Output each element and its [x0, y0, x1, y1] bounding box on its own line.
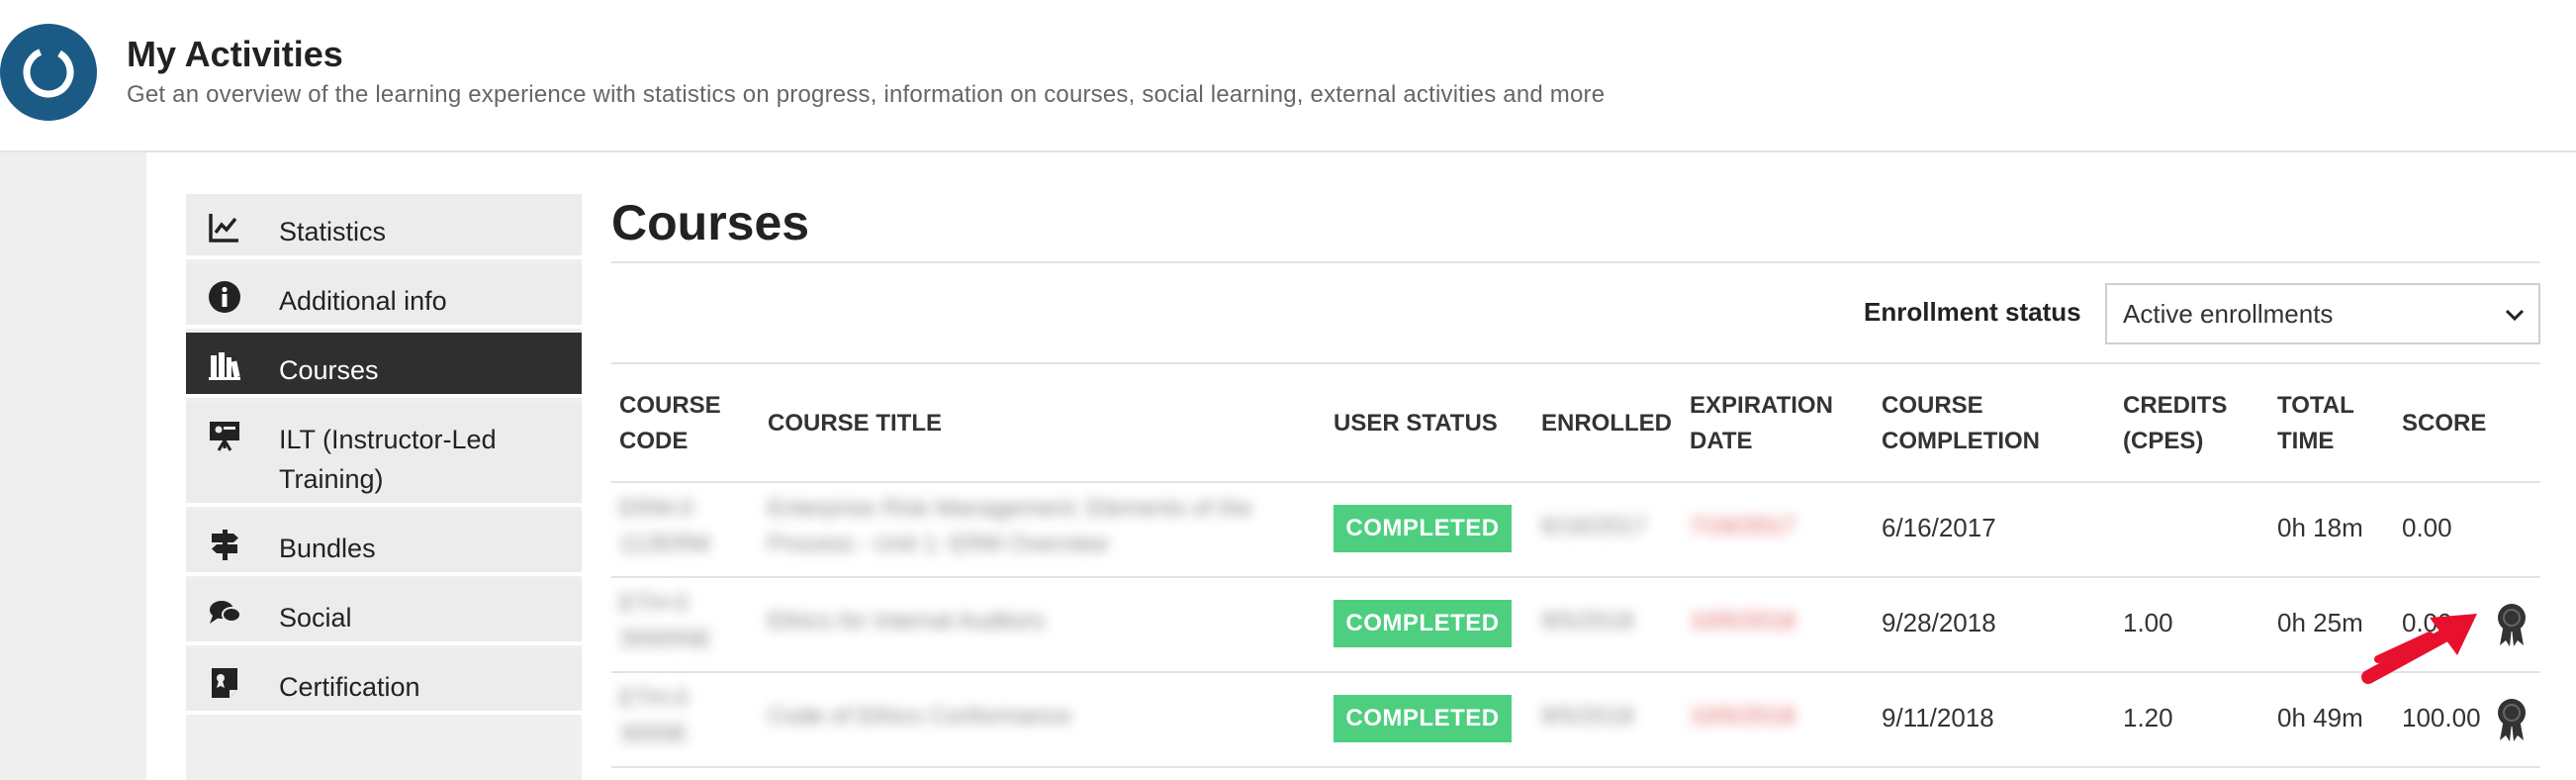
sidebar-item-label: ILT (Instructor-Led Training): [279, 425, 497, 494]
sidebar-item-social[interactable]: Social: [186, 580, 582, 645]
status-badge: COMPLETED: [1334, 505, 1512, 552]
enrolled-date-cell: 9/5/2018: [1541, 703, 1634, 730]
col-header-course-title[interactable]: COURSE TITLE: [768, 406, 942, 441]
presentation-icon: [210, 422, 239, 451]
expiration-date-cell: 7/16/2017: [1690, 513, 1795, 539]
sidebar-item-certification[interactable]: Certification: [186, 649, 582, 715]
completion-date-cell: 9/28/2018: [1882, 608, 1996, 637]
col-header-score[interactable]: SCORE: [2402, 406, 2486, 441]
sidebar-item-label: Social: [279, 603, 352, 633]
course-title-cell[interactable]: Ethics for Internal Auditors: [768, 604, 1045, 639]
app-logo-icon: [0, 24, 97, 121]
chevron-down-icon: [2505, 309, 2525, 322]
credits-cell: 1.20: [2123, 703, 2173, 732]
divider: [611, 671, 2540, 673]
score-cell: 0.00: [2402, 513, 2452, 542]
sidebar: Statistics Additional info Courses ILT (…: [186, 194, 582, 780]
course-code-cell: ETH-0 3000INE: [619, 590, 712, 652]
page-subtitle: Get an overview of the learning experien…: [127, 81, 1606, 108]
chat-bubbles-icon: [210, 601, 241, 624]
total-time-cell: 0h 49m: [2277, 703, 2363, 732]
select-value: Active enrollments: [2123, 299, 2334, 329]
col-header-course-code[interactable]: COURSE CODE: [619, 388, 721, 459]
sidebar-item-bundles[interactable]: Bundles: [186, 511, 582, 576]
divider: [611, 576, 2540, 578]
credits-cell: 1.00: [2123, 608, 2173, 637]
sidebar-item-label: Bundles: [279, 534, 376, 563]
sidebar-item-label: Certification: [279, 672, 420, 702]
course-code-cell: ERM-0 112ERM: [619, 495, 710, 557]
course-title-cell[interactable]: Enterprise Risk Management: Elements of …: [768, 491, 1252, 562]
col-header-course-completion[interactable]: COURSE COMPLETION: [1882, 388, 2040, 459]
divider: [611, 362, 2540, 364]
sidebar-item-statistics[interactable]: Statistics: [186, 194, 582, 259]
expiration-date-cell: 10/5/2018: [1690, 703, 1795, 730]
sidebar-item-additional-info[interactable]: Additional info: [186, 263, 582, 329]
status-badge: COMPLETED: [1334, 600, 1512, 647]
section-title: Courses: [611, 195, 810, 250]
completion-date-cell: 6/16/2017: [1882, 513, 1996, 542]
annotation-arrow-icon: [2361, 614, 2477, 684]
page-header: My Activities Get an overview of the lea…: [0, 0, 2576, 152]
chart-line-icon: [209, 214, 238, 243]
left-gutter: [0, 152, 146, 780]
divider: [611, 481, 2540, 483]
page-title: My Activities: [127, 34, 343, 74]
divider: [611, 766, 2540, 768]
signpost-icon: [212, 530, 238, 560]
sidebar-item-label: Additional info: [279, 286, 447, 316]
certificate-download-icon[interactable]: [2495, 602, 2529, 647]
sidebar-item-label: Statistics: [279, 217, 387, 246]
enrollment-status-label: Enrollment status: [1864, 297, 2081, 327]
enrollment-status-select[interactable]: Active enrollments: [2105, 283, 2540, 344]
course-code-cell: ETH-0 3000E: [619, 685, 689, 747]
certificate-download-icon[interactable]: [2495, 697, 2529, 742]
col-header-enrolled[interactable]: ENROLLED: [1541, 406, 1672, 441]
col-header-credits[interactable]: CREDITS (CPES): [2123, 388, 2227, 459]
enrolled-date-cell: 6/16/2017: [1541, 513, 1647, 539]
info-icon: [209, 281, 240, 313]
sidebar-item-ilt[interactable]: ILT (Instructor-Led Training): [186, 402, 582, 507]
sidebar-item-label: Courses: [279, 355, 379, 385]
completion-date-cell: 9/11/2018: [1882, 703, 1994, 732]
certificate-icon: [212, 668, 237, 698]
expiration-date-cell: 10/5/2018: [1690, 608, 1795, 634]
enrolled-date-cell: 9/5/2018: [1541, 608, 1634, 634]
status-badge: COMPLETED: [1334, 695, 1512, 742]
sidebar-item-courses[interactable]: Courses: [186, 333, 582, 398]
course-title-cell[interactable]: Code of Ethics Conformance: [768, 699, 1071, 734]
books-icon: [209, 352, 240, 380]
col-header-expiration-date[interactable]: EXPIRATION DATE: [1690, 388, 1833, 459]
total-time-cell: 0h 25m: [2277, 608, 2363, 637]
divider: [611, 261, 2540, 263]
total-time-cell: 0h 18m: [2277, 513, 2363, 542]
col-header-user-status[interactable]: USER STATUS: [1334, 406, 1498, 441]
score-cell: 100.00: [2402, 703, 2481, 732]
col-header-total-time[interactable]: TOTAL TIME: [2277, 388, 2354, 459]
